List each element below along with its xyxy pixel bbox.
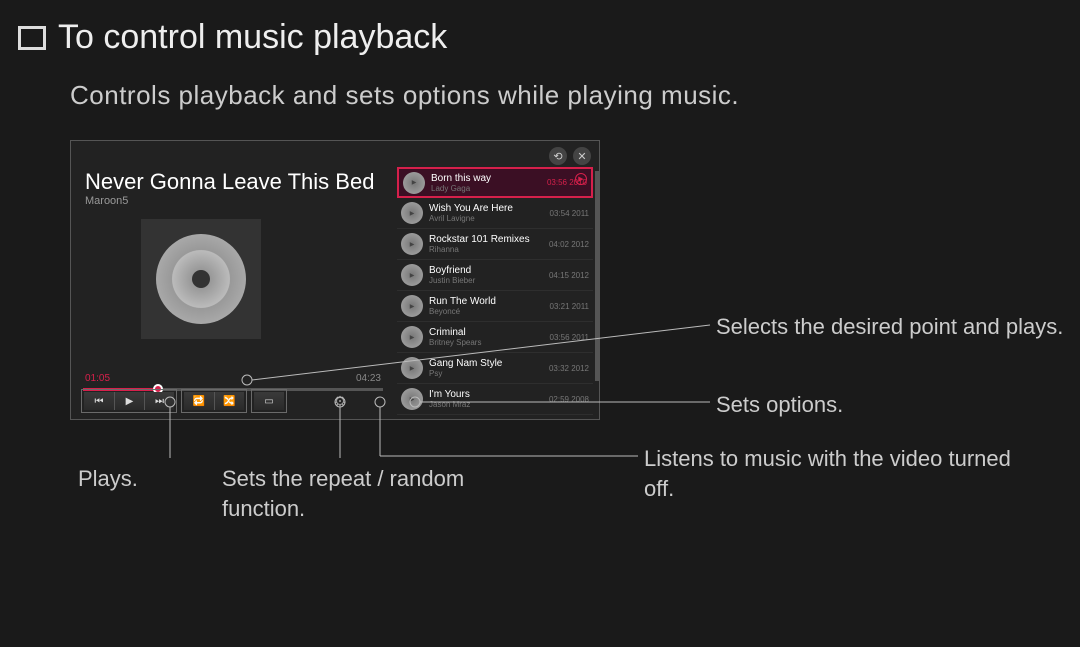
close-button[interactable]: ✕ xyxy=(573,147,591,165)
page-title-text: To control music playback xyxy=(58,18,447,57)
track-text: Born this wayLady Gaga xyxy=(431,173,541,193)
display-group: ▭ xyxy=(251,389,287,413)
close-icon: ✕ xyxy=(577,150,586,163)
display-off-icon: ▭ xyxy=(264,396,273,407)
now-playing-artist: Maroon5 xyxy=(85,195,128,207)
next-button[interactable]: ⏭ xyxy=(144,392,174,410)
track-title: Wish You Are Here xyxy=(429,203,544,214)
repeat-icon: 🔁 xyxy=(193,396,205,407)
music-player: ⟲ ✕ Never Gonna Leave This Bed Maroon5 0… xyxy=(70,140,600,420)
track-meta: 03:32 2012 xyxy=(549,364,589,373)
track-play-icon[interactable]: ▶ xyxy=(575,173,587,185)
repeat-button[interactable]: 🔁 xyxy=(184,392,214,410)
track-text: Run The WorldBeyoncé xyxy=(429,296,544,316)
playlist-track[interactable]: Born this wayLady Gaga03:56 2010▶ xyxy=(397,167,593,198)
track-artist: Lady Gaga xyxy=(431,184,541,193)
track-artist: Britney Spears xyxy=(429,338,544,347)
gear-icon: ⚙ xyxy=(334,393,347,410)
transport-controls: ⏮ ▶ ⏭ 🔁 🔀 ▭ ⚙ xyxy=(81,389,353,413)
track-meta: 03:56 2011 xyxy=(550,333,589,342)
playlist-track[interactable]: Rockstar 101 RemixesRihanna 04:02 2012 xyxy=(397,229,593,260)
track-art-icon xyxy=(401,326,423,348)
track-art-icon xyxy=(403,172,425,194)
playlist-track[interactable]: Gang Nam StylePsy 03:32 2012 xyxy=(397,353,593,384)
page-title: To control music playback xyxy=(18,18,447,57)
track-text: CriminalBritney Spears xyxy=(429,327,544,347)
track-artist: Rihanna xyxy=(429,245,543,254)
track-art-icon xyxy=(401,233,423,255)
track-title: Run The World xyxy=(429,296,544,307)
track-artist: Justin Bieber xyxy=(429,276,543,285)
total-time: 04:23 xyxy=(356,373,381,384)
playlist-track[interactable]: BoyfriendJustin Bieber 04:15 2012 xyxy=(397,260,593,291)
track-text: BoyfriendJustin Bieber xyxy=(429,265,543,285)
callout-sets-options: Sets options. xyxy=(716,390,843,420)
track-text: Gang Nam StylePsy xyxy=(429,358,543,378)
track-text: Wish You Are HereAvril Lavigne xyxy=(429,203,544,223)
next-icon: ⏭ xyxy=(155,396,164,407)
playlist-track[interactable]: Run The WorldBeyoncé 03:21 2011 xyxy=(397,291,593,322)
track-meta: 04:15 2012 xyxy=(549,271,589,280)
track-title: I'm Yours xyxy=(429,389,543,400)
track-meta: 03:21 2011 xyxy=(550,302,589,311)
back-button[interactable]: ⟲ xyxy=(549,147,567,165)
page-subtitle: Controls playback and sets options while… xyxy=(70,80,739,111)
shuffle-icon: 🔀 xyxy=(223,396,235,407)
section-icon xyxy=(18,26,46,50)
playlist-track[interactable]: CriminalBritney Spears 03:56 2011 xyxy=(397,322,593,353)
display-off-button[interactable]: ▭ xyxy=(254,392,284,410)
playback-group: ⏮ ▶ ⏭ xyxy=(81,389,177,413)
callout-select-point: Selects the desired point and plays. xyxy=(716,312,1063,342)
back-icon: ⟲ xyxy=(553,150,562,163)
track-art-icon xyxy=(401,295,423,317)
track-title: Boyfriend xyxy=(429,265,543,276)
now-playing-title: Never Gonna Leave This Bed xyxy=(85,169,374,195)
track-artist: Avril Lavigne xyxy=(429,214,544,223)
track-title: Rockstar 101 Remixes xyxy=(429,234,543,245)
track-title: Gang Nam Style xyxy=(429,358,543,369)
callout-video-off: Listens to music with the video turned o… xyxy=(644,444,1024,503)
track-art-icon xyxy=(401,264,423,286)
track-art-icon xyxy=(401,388,423,410)
callout-plays: Plays. xyxy=(78,464,138,494)
track-meta: 02:59 2008 xyxy=(549,395,589,404)
playlist-scrollbar[interactable] xyxy=(595,171,599,381)
playlist-track[interactable]: I'm YoursJason Mraz 02:59 2008 xyxy=(397,384,593,415)
prev-icon: ⏮ xyxy=(95,396,104,407)
playlist-track[interactable]: Wish You Are HereAvril Lavigne 03:54 2011 xyxy=(397,198,593,229)
play-button[interactable]: ▶ xyxy=(114,392,144,410)
playlist: Born this wayLady Gaga03:56 2010▶Wish Yo… xyxy=(397,167,593,415)
track-meta: 04:02 2012 xyxy=(549,240,589,249)
track-meta: 03:54 2011 xyxy=(550,209,589,218)
track-title: Criminal xyxy=(429,327,544,338)
track-text: Rockstar 101 RemixesRihanna xyxy=(429,234,543,254)
track-art-icon xyxy=(401,357,423,379)
current-time: 01:05 xyxy=(85,373,110,384)
shuffle-button[interactable]: 🔀 xyxy=(214,392,244,410)
mode-group: 🔁 🔀 xyxy=(181,389,247,413)
callout-repeat-random: Sets the repeat / random function. xyxy=(222,464,542,523)
track-title: Born this way xyxy=(431,173,541,184)
track-artist: Beyoncé xyxy=(429,307,544,316)
options-button[interactable]: ⚙ xyxy=(327,391,353,411)
prev-button[interactable]: ⏮ xyxy=(84,392,114,410)
track-text: I'm YoursJason Mraz xyxy=(429,389,543,409)
disc-icon xyxy=(156,234,246,324)
track-art-icon xyxy=(401,202,423,224)
album-art xyxy=(141,219,261,339)
play-icon: ▶ xyxy=(126,396,134,407)
track-artist: Jason Mraz xyxy=(429,400,543,409)
track-artist: Psy xyxy=(429,369,543,378)
